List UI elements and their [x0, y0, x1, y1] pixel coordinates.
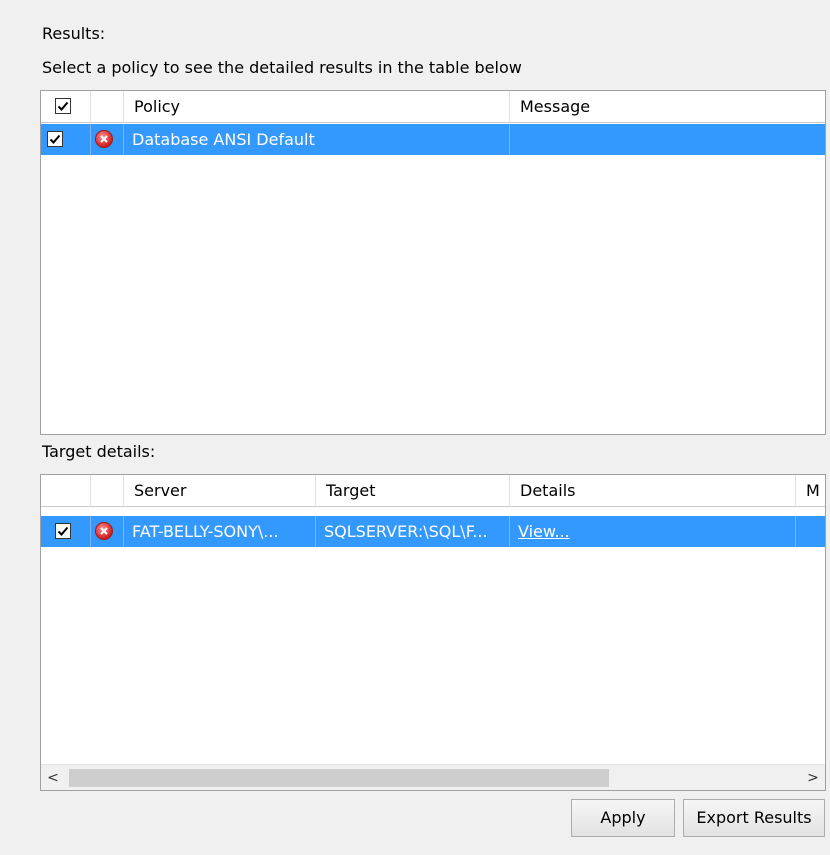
table-row[interactable]: FAT-BELLY-SONY\... SQLSERVER:\SQL\F... V… [41, 516, 825, 547]
target-table-header: Server Target Details M [41, 475, 825, 507]
header-status [91, 91, 124, 123]
header-select [41, 475, 91, 507]
row-status-cell [91, 516, 124, 547]
policy-table[interactable]: Policy Message Database ANSI Default [40, 90, 826, 435]
row-checkbox[interactable] [47, 131, 63, 147]
header-target[interactable]: Target [316, 475, 510, 507]
check-icon [57, 101, 69, 111]
error-icon [95, 130, 113, 148]
header-details[interactable]: Details [510, 475, 796, 507]
error-icon [95, 522, 113, 540]
details-cell: View... [510, 516, 796, 547]
scroll-right-icon[interactable]: > [801, 765, 825, 790]
header-status [91, 475, 124, 507]
header-select-all[interactable] [41, 91, 91, 123]
select-all-checkbox[interactable] [55, 98, 71, 114]
table-row[interactable]: Database ANSI Default [41, 124, 825, 155]
m-cell [796, 516, 825, 547]
server-cell: FAT-BELLY-SONY\... [124, 516, 316, 547]
target-details-label: Target details: [42, 442, 156, 461]
target-cell: SQLSERVER:\SQL\F... [316, 516, 510, 547]
export-results-button[interactable]: Export Results [683, 799, 825, 837]
header-m[interactable]: M [796, 475, 825, 507]
check-icon [49, 134, 61, 144]
results-label: Results: [42, 24, 106, 43]
scrollbar-thumb[interactable] [69, 769, 609, 787]
row-checkbox[interactable] [55, 523, 71, 539]
row-status-cell [91, 124, 124, 155]
policy-name: Database ANSI Default [124, 124, 510, 155]
horizontal-scrollbar[interactable]: < > [41, 764, 825, 790]
scroll-left-icon[interactable]: < [41, 765, 65, 790]
apply-button[interactable]: Apply [571, 799, 675, 837]
policy-message [510, 124, 825, 155]
header-policy[interactable]: Policy [124, 91, 510, 123]
header-server[interactable]: Server [124, 475, 316, 507]
policy-table-header: Policy Message [41, 91, 825, 123]
header-message[interactable]: Message [510, 91, 825, 123]
row-select-cell[interactable] [41, 516, 91, 547]
view-details-link[interactable]: View... [518, 522, 570, 541]
row-select-cell[interactable] [41, 124, 91, 155]
check-icon [57, 526, 69, 536]
instruction-text: Select a policy to see the detailed resu… [42, 58, 522, 77]
target-table[interactable]: Server Target Details M FAT-BELLY-SONY\.… [40, 474, 826, 791]
